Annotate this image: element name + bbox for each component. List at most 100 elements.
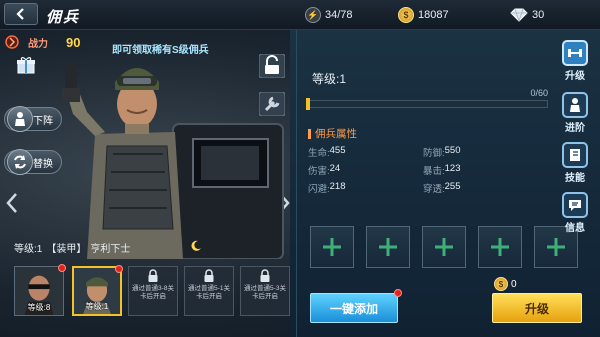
attr-value: 24 <box>329 163 341 174</box>
merc-level: 等级:1 <box>14 244 43 255</box>
attr-name: 生命: <box>308 148 330 159</box>
gold-value: 18087 <box>418 9 449 21</box>
card-level: 等级:8 <box>27 303 51 312</box>
diamond-value: 30 <box>532 9 545 21</box>
power-icon <box>5 35 19 49</box>
mercenary-info: 等级:1 【装甲】 亨利下士 <box>14 240 130 255</box>
attr-name: 穿透: <box>423 184 445 195</box>
unassign-button[interactable]: 下阵 <box>4 106 62 132</box>
unassign-label: 下阵 <box>33 115 53 127</box>
attributes-grid: 生命: 455 防御: 550 伤害: 24 暴击: 123 闪避: 218 穿透: 255 <box>308 143 538 197</box>
material-slot[interactable] <box>478 226 522 268</box>
notification-dot <box>58 264 66 272</box>
plus-icon <box>491 238 509 256</box>
gift-icon[interactable] <box>16 56 36 74</box>
notification-dot <box>394 289 402 297</box>
tab-info[interactable]: 信息 <box>552 190 598 234</box>
diamond-counter[interactable]: 30 <box>510 6 544 24</box>
tab-advance[interactable]: 进阶 <box>552 90 598 134</box>
top-bar: 佣兵 ⚡ 34/78 $ 18087 30 <box>0 0 600 30</box>
exp-track <box>308 100 548 108</box>
stamina-icon: ⚡ <box>305 7 321 23</box>
tab-label: 升级 <box>565 71 585 82</box>
lock-icon <box>204 269 214 282</box>
attr-value: 218 <box>329 181 346 192</box>
material-slot[interactable] <box>310 226 354 268</box>
attribute-crit: 暴击: 123 <box>423 163 538 177</box>
tab-upgrade[interactable]: 升级 <box>552 38 598 82</box>
stamina-counter[interactable]: ⚡ 34/78 <box>305 6 353 24</box>
add-all-button[interactable]: 一键添加 <box>310 293 398 323</box>
locked-slot[interactable]: 通过普通3-8关卡后开启 <box>128 266 178 316</box>
attributes-title: 佣兵属性 <box>315 128 357 140</box>
attr-name: 防御: <box>423 148 445 159</box>
attribute-hp: 生命: 455 <box>308 145 423 159</box>
soldier-icon <box>7 106 33 132</box>
attr-name: 闪避: <box>308 184 330 195</box>
unlock-condition: 通过普通5-3关卡后开启 <box>244 285 286 300</box>
plus-icon <box>379 238 397 256</box>
exp-cap <box>306 98 310 110</box>
tab-label: 进阶 <box>565 123 585 134</box>
tab-skills[interactable]: 技能 <box>552 140 598 184</box>
merc-card[interactable]: 等级:8 <box>14 264 66 316</box>
upgrade-cost: $ 0 <box>494 277 517 291</box>
unlock-condition: 通过普通3-8关卡后开启 <box>132 285 174 300</box>
attribute-row: 闪避: 218 穿透: 255 <box>308 179 538 197</box>
locked-slot[interactable]: 通过普通5-1关卡后开启 <box>184 266 234 316</box>
power-label: 战力 <box>28 38 48 50</box>
locked-slot[interactable]: 通过普通5-3关卡后开启 <box>240 266 290 316</box>
swap-label: 替换 <box>33 158 53 170</box>
plus-icon <box>435 238 453 256</box>
card-level: 等级:1 <box>85 302 109 311</box>
swap-button[interactable]: 替换 <box>4 149 62 175</box>
chevron-left-icon <box>16 8 24 20</box>
mercenary-portrait <box>62 64 284 259</box>
gold-counter[interactable]: $ 18087 <box>398 6 449 24</box>
attr-value: 455 <box>329 145 346 156</box>
attr-value: 255 <box>444 181 461 192</box>
attribute-damage: 伤害: 24 <box>308 163 423 177</box>
gold-coin-icon: $ <box>398 7 414 23</box>
attribute-defense: 防御: 550 <box>423 145 538 159</box>
upgrade-cost-value: 0 <box>511 278 517 290</box>
header-marker <box>308 128 311 139</box>
swap-icon <box>7 149 33 175</box>
back-button[interactable] <box>4 3 38 25</box>
plus-icon <box>323 238 341 256</box>
attribute-penetration: 穿透: 255 <box>423 181 538 195</box>
level-label: 等级:1 <box>312 72 347 86</box>
merc-rank: 亨利下士 <box>90 244 131 255</box>
soldier-icon <box>562 92 588 118</box>
gold-coin-icon: $ <box>494 277 508 291</box>
attr-value: 550 <box>444 145 461 156</box>
material-slot[interactable] <box>422 226 466 268</box>
unlock-condition: 通过普通5-1关卡后开启 <box>188 285 230 300</box>
power-value: 90 <box>66 34 81 50</box>
lock-icon <box>260 269 270 282</box>
side-tabs: 升级 进阶 技能 信息 <box>552 34 600 337</box>
tab-label: 技能 <box>565 173 585 184</box>
moon-icon <box>191 240 201 251</box>
notification-dot <box>115 265 123 273</box>
material-slot[interactable] <box>366 226 410 268</box>
chat-info-icon <box>562 192 588 218</box>
merc-type: 【装甲】 <box>46 244 87 255</box>
merc-card-selected[interactable]: 等级:1 <box>72 265 123 316</box>
diamond-icon <box>510 7 528 23</box>
attribute-row: 生命: 455 防御: 550 <box>308 143 538 161</box>
page-title: 佣兵 <box>46 9 81 26</box>
exp-value: 0/60 <box>530 88 548 98</box>
previous-arrow-icon[interactable] <box>6 192 18 214</box>
tab-label: 信息 <box>565 223 585 234</box>
attr-name: 伤害: <box>308 166 330 177</box>
attr-value: 123 <box>444 163 461 174</box>
lock-icon <box>148 269 158 282</box>
dumbbell-icon <box>562 40 588 66</box>
exp-bar: 0/60 <box>306 88 548 112</box>
attribute-dodge: 闪避: 218 <box>308 181 423 195</box>
stamina-value: 34/78 <box>325 9 353 21</box>
attributes-header: 佣兵属性 <box>308 126 357 141</box>
combat-power: 战力 90 <box>4 34 80 50</box>
attribute-row: 伤害: 24 暴击: 123 <box>308 161 538 179</box>
